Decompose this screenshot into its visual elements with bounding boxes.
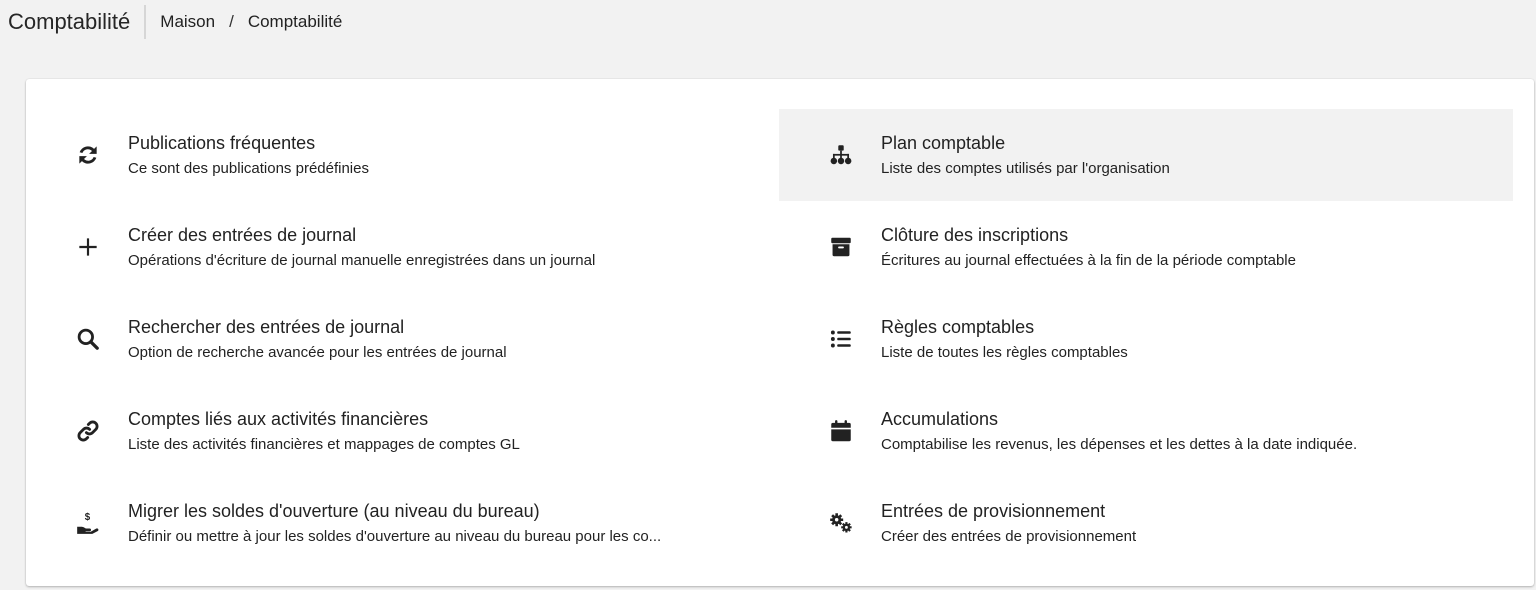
menu-item-title: Clôture des inscriptions bbox=[881, 224, 1069, 245]
plus-icon bbox=[68, 227, 108, 267]
menu-item-description: Écritures au journal effectuées à la fin… bbox=[881, 251, 1296, 269]
menu-item-description: Définir ou mettre à jour les soldes d'ou… bbox=[128, 527, 662, 545]
menu-item-provisioning-entries[interactable]: Entrées de provisionnement Créer des ent… bbox=[779, 477, 1513, 569]
menu-item-description: Ce sont des publications prédéfinies bbox=[128, 159, 369, 177]
breadcrumb-separator: / bbox=[229, 12, 234, 31]
cogs-icon bbox=[821, 503, 861, 543]
menu-item-description: Comptabilise les revenus, les dépenses e… bbox=[881, 435, 1358, 453]
menu-item-description: Créer des entrées de provisionnement bbox=[881, 527, 1137, 545]
menu-item-accruals[interactable]: Accumulations Comptabilise les revenus, … bbox=[779, 385, 1513, 477]
breadcrumb-home-link[interactable]: Maison bbox=[160, 12, 215, 32]
menu-item-description: Liste des comptes utilisés par l'organis… bbox=[881, 159, 1170, 177]
breadcrumb-current: Comptabilité bbox=[247, 12, 343, 31]
menu-item-closing-entries[interactable]: Clôture des inscriptions Écritures au jo… bbox=[779, 201, 1513, 293]
menu-item-title: Accumulations bbox=[881, 408, 999, 429]
menu-item-title: Entrées de provisionnement bbox=[881, 500, 1106, 521]
menu-item-financial-activity-accounts[interactable]: Comptes liés aux activités financières L… bbox=[26, 385, 760, 477]
menu-item-frequent-postings[interactable]: Publications fréquentes Ce sont des publ… bbox=[26, 109, 760, 201]
search-icon bbox=[68, 319, 108, 359]
accounting-menu-card: Publications fréquentes Ce sont des publ… bbox=[26, 79, 1534, 586]
menu-item-migrate-opening-balances[interactable]: $ Migrer les soldes d'ouverture (au nive… bbox=[26, 477, 760, 569]
hand-dollar-icon: $ bbox=[68, 503, 108, 543]
menu-item-title: Créer des entrées de journal bbox=[128, 224, 357, 245]
menu-item-create-journal-entries[interactable]: Créer des entrées de journal Opérations … bbox=[26, 201, 760, 293]
menu-item-description: Liste de toutes les règles comptables bbox=[881, 343, 1128, 361]
archive-icon bbox=[821, 227, 861, 267]
header-divider bbox=[144, 5, 147, 39]
menu-item-title: Rechercher des entrées de journal bbox=[128, 316, 405, 337]
calendar-icon bbox=[821, 411, 861, 451]
menu-item-title: Migrer les soldes d'ouverture (au niveau… bbox=[128, 500, 540, 521]
refresh-icon bbox=[68, 135, 108, 175]
menu-item-description: Opérations d'écriture de journal manuell… bbox=[128, 251, 596, 269]
breadcrumb: Maison / Comptabilité bbox=[160, 12, 342, 32]
page-header: Comptabilité Maison / Comptabilité bbox=[0, 0, 1536, 44]
menu-item-accounting-rules[interactable]: Règles comptables Liste de toutes les rè… bbox=[779, 293, 1513, 385]
menu-item-description: Option de recherche avancée pour les ent… bbox=[128, 343, 507, 361]
page-title: Comptabilité bbox=[8, 9, 131, 34]
svg-text:$: $ bbox=[85, 512, 91, 523]
menu-item-description: Liste des activités financières et mappa… bbox=[128, 435, 520, 453]
sitemap-icon bbox=[821, 135, 861, 175]
menu-item-chart-of-accounts[interactable]: Plan comptable Liste des comptes utilisé… bbox=[779, 109, 1513, 201]
menu-item-search-journal-entries[interactable]: Rechercher des entrées de journal Option… bbox=[26, 293, 760, 385]
link-icon bbox=[68, 411, 108, 451]
list-icon bbox=[821, 319, 861, 359]
menu-item-title: Publications fréquentes bbox=[128, 132, 316, 153]
menu-item-title: Règles comptables bbox=[881, 316, 1035, 337]
menu-item-title: Plan comptable bbox=[881, 132, 1006, 153]
menu-item-title: Comptes liés aux activités financières bbox=[128, 408, 429, 429]
